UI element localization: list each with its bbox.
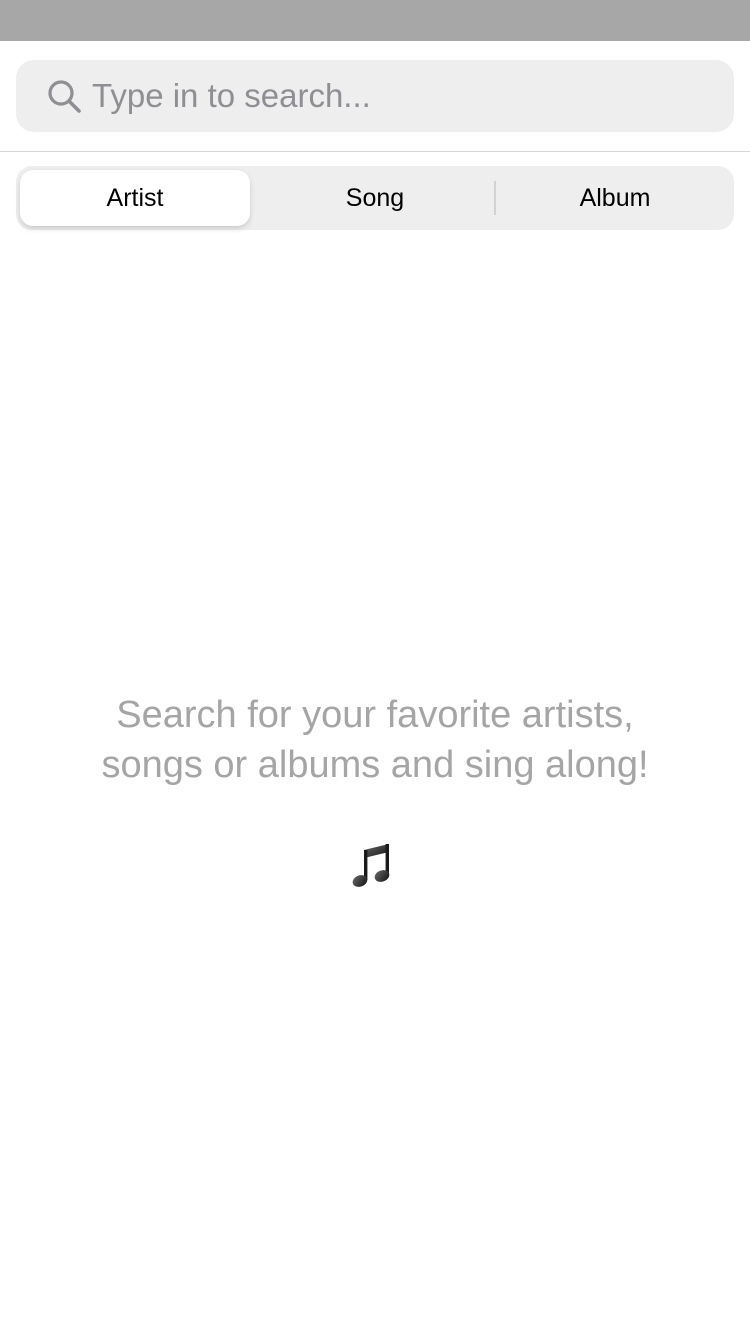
empty-state-message: Search for your favorite artists, songs … [0,690,750,790]
search-bar[interactable] [16,60,734,132]
music-note-icon [352,844,390,887]
divider [0,151,750,152]
empty-state-line-2: songs or albums and sing along! [101,744,649,786]
empty-state-line-1: Search for your favorite artists, [116,694,634,736]
search-scope-segmented-control: Artist Song Album [16,166,734,230]
tab-album[interactable]: Album [495,170,735,226]
status-bar [0,0,750,41]
tab-artist[interactable]: Artist [20,170,250,226]
search-input[interactable] [92,60,712,132]
tab-song[interactable]: Song [255,170,495,226]
search-icon [48,80,81,113]
